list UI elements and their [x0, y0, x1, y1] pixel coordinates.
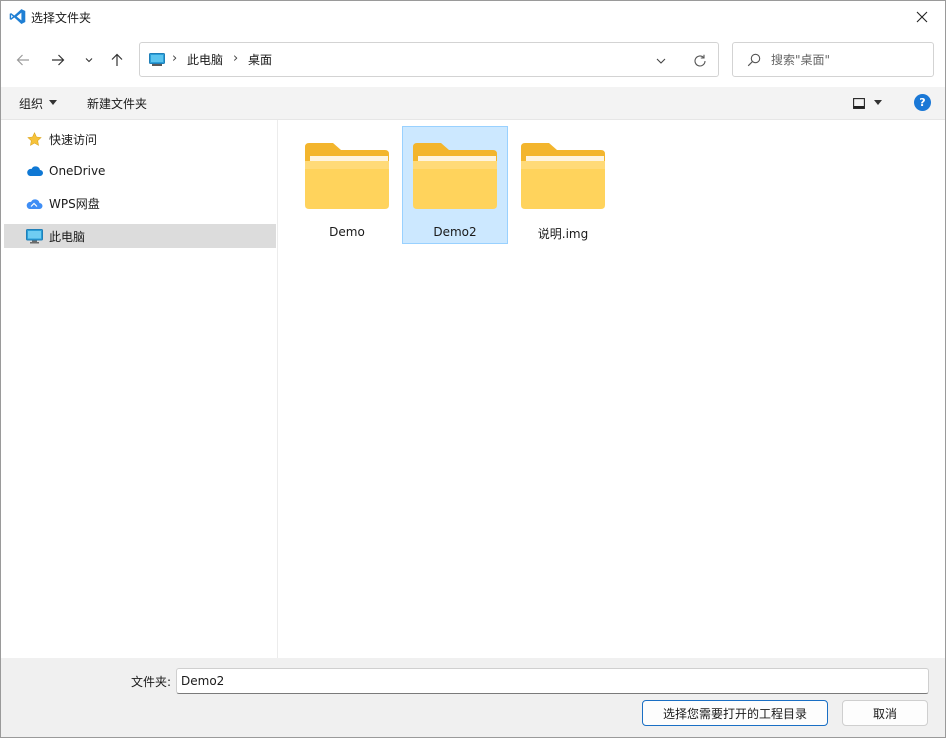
navigation-bar: › 此电脑 › 桌面: [1, 33, 945, 87]
folder-name-label: 文件夹:: [131, 675, 172, 689]
breadcrumb-this-pc[interactable]: 此电脑: [187, 51, 223, 68]
refresh-icon[interactable]: [692, 53, 708, 69]
cancel-button[interactable]: 取消: [842, 700, 928, 726]
folder-name-input[interactable]: [176, 668, 929, 694]
arrow-up-icon: [111, 53, 123, 66]
sidebar-item-label: 此电脑: [49, 229, 86, 244]
breadcrumb-separator-icon: ›: [172, 51, 178, 66]
chevron-down-icon[interactable]: [654, 54, 668, 68]
file-list-area: Demo Demo2 说明.img: [279, 120, 945, 658]
up-button[interactable]: [106, 49, 128, 71]
search-icon: [747, 53, 761, 67]
close-icon: [916, 11, 928, 23]
arrow-right-icon: [52, 54, 65, 66]
folder-icon: [413, 143, 497, 209]
breadcrumb-desktop[interactable]: 桌面: [248, 51, 272, 68]
folder-icon: [521, 143, 605, 209]
back-button[interactable]: [12, 49, 34, 71]
organize-button[interactable]: 组织: [13, 93, 63, 113]
sidebar-item-wps-drive[interactable]: WPS网盘: [4, 191, 276, 215]
search-box[interactable]: [732, 42, 934, 77]
folder-item-demo[interactable]: Demo: [294, 126, 400, 244]
wps-cloud-icon: [26, 195, 43, 212]
view-pane-icon: [853, 97, 865, 109]
sidebar-item-quick-access[interactable]: 快速访问: [4, 127, 276, 151]
search-input[interactable]: [771, 50, 926, 70]
sidebar-item-label: WPS网盘: [49, 196, 100, 211]
close-button[interactable]: [899, 1, 945, 33]
computer-icon: [26, 228, 43, 245]
sidebar-item-onedrive[interactable]: OneDrive: [4, 159, 276, 183]
breadcrumb-separator-icon: ›: [233, 51, 239, 66]
caret-down-icon: [874, 100, 882, 105]
folder-icon: [305, 143, 389, 209]
new-folder-button[interactable]: 新建文件夹: [81, 93, 153, 113]
dialog-footer: 文件夹: 选择您需要打开的工程目录 取消: [1, 658, 945, 737]
folder-item-readme-img[interactable]: 说明.img: [510, 126, 616, 244]
forward-button[interactable]: [47, 49, 69, 71]
sidebar-item-label: OneDrive: [49, 164, 106, 178]
select-folder-button[interactable]: 选择您需要打开的工程目录: [642, 700, 828, 726]
chevron-down-icon: [85, 58, 93, 63]
new-folder-label: 新建文件夹: [87, 96, 148, 111]
recent-locations-button[interactable]: [78, 49, 100, 71]
navigation-pane: 快速访问 OneDrive WPS网盘 此电脑: [1, 120, 278, 658]
star-icon: [26, 131, 43, 148]
organize-label: 组织: [19, 96, 44, 111]
caret-down-icon: [49, 100, 58, 105]
folder-item-demo2[interactable]: Demo2: [402, 126, 508, 244]
file-item-label: Demo2: [433, 225, 477, 239]
view-options-button[interactable]: [849, 93, 891, 113]
help-icon[interactable]: ?: [914, 94, 931, 111]
onedrive-cloud-icon: [26, 163, 43, 180]
file-item-label: 说明.img: [537, 227, 589, 241]
sidebar-item-this-pc[interactable]: 此电脑: [4, 224, 276, 248]
folder-picker-dialog: 选择文件夹 › 此电脑 › 桌面 搜索"桌面" 组织 新建文件夹 ? 快速访问 …: [0, 0, 946, 738]
command-toolbar: 组织 新建文件夹 ?: [1, 87, 945, 120]
address-bar[interactable]: › 此电脑 › 桌面: [139, 42, 719, 77]
sidebar-item-label: 快速访问: [49, 132, 98, 147]
computer-icon: [149, 53, 165, 66]
title-bar: 选择文件夹: [1, 1, 945, 33]
arrow-left-icon: [16, 54, 29, 66]
file-item-label: Demo: [329, 225, 365, 239]
window-title: 选择文件夹: [31, 11, 92, 25]
vscode-icon: [9, 9, 26, 24]
